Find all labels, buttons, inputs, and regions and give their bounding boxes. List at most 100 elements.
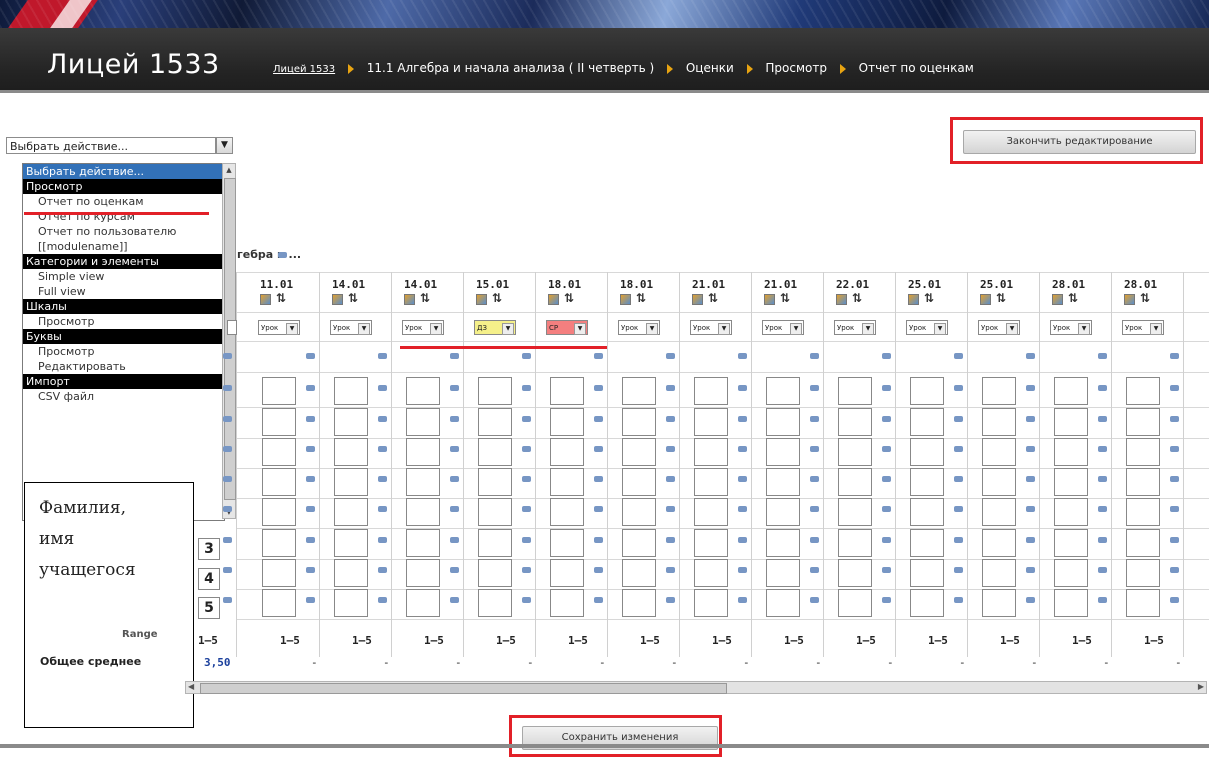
sort-arrows-icon[interactable]: ⇅ [852, 291, 862, 305]
grade-item-icon[interactable] [620, 294, 631, 305]
edit-grade-icon[interactable] [306, 506, 315, 512]
edit-grade-icon[interactable] [1098, 476, 1107, 482]
grade-input[interactable] [694, 559, 728, 587]
edit-grade-icon[interactable] [450, 537, 459, 543]
grade-input[interactable] [982, 529, 1016, 557]
edit-grade-icon[interactable] [1170, 506, 1179, 512]
grade-input[interactable] [910, 529, 944, 557]
grade-input[interactable] [838, 438, 872, 466]
dropdown-option[interactable]: Выбрать действие... [23, 164, 224, 179]
grade-input[interactable] [766, 559, 800, 587]
edit-grade-icon[interactable] [522, 567, 531, 573]
edit-grade-icon[interactable] [1026, 476, 1035, 482]
edit-grade-icon[interactable] [1098, 385, 1107, 391]
grade-input[interactable] [982, 438, 1016, 466]
select-arrow-icon[interactable]: ▼ [718, 323, 730, 335]
edit-grade-icon[interactable] [223, 353, 232, 359]
edit-grade-icon[interactable] [223, 416, 232, 422]
grade-input[interactable] [1054, 559, 1088, 587]
edit-grade-icon[interactable] [522, 506, 531, 512]
edit-grade-icon[interactable] [378, 416, 387, 422]
edit-grade-icon[interactable] [810, 476, 819, 482]
column-date[interactable]: 18.01 [548, 278, 581, 291]
edit-grade-icon[interactable] [450, 476, 459, 482]
grade-input[interactable] [550, 589, 584, 617]
edit-grade-icon[interactable] [378, 385, 387, 391]
sort-arrows-icon[interactable]: ⇅ [492, 291, 502, 305]
grade-input[interactable] [478, 377, 512, 405]
edit-grade-icon[interactable] [882, 597, 891, 603]
edit-grade-icon[interactable] [882, 476, 891, 482]
grade-input[interactable] [766, 408, 800, 436]
grade-input[interactable] [406, 589, 440, 617]
dropdown-option[interactable]: Отчет по оценкам [23, 194, 224, 209]
grade-input[interactable] [766, 438, 800, 466]
horizontal-scrollbar[interactable]: ◀ ▶ [185, 681, 1207, 694]
grade-input[interactable] [1126, 589, 1160, 617]
grade-input[interactable] [1054, 377, 1088, 405]
grade-item-icon[interactable] [836, 294, 847, 305]
lesson-type-select[interactable]: Урок ▼ [330, 320, 372, 335]
edit-grade-icon[interactable] [810, 416, 819, 422]
edit-grade-icon[interactable] [1026, 446, 1035, 452]
column-date[interactable]: 18.01 [620, 278, 653, 291]
edit-grade-icon[interactable] [594, 353, 603, 359]
edit-grade-icon[interactable] [223, 476, 232, 482]
edit-grade-icon[interactable] [223, 537, 232, 543]
edit-grade-icon[interactable] [522, 597, 531, 603]
grade-input[interactable] [622, 468, 656, 496]
edit-grade-icon[interactable] [306, 416, 315, 422]
grade-input[interactable] [766, 498, 800, 526]
edit-grade-icon[interactable] [882, 353, 891, 359]
breadcrumb-grades[interactable]: Оценки [686, 61, 734, 75]
scroll-up-icon[interactable]: ▲ [223, 164, 235, 176]
breadcrumb-home[interactable]: Лицей 1533 [273, 64, 335, 75]
edit-grade-icon[interactable] [666, 537, 675, 543]
grade-input[interactable] [478, 559, 512, 587]
grade-input[interactable] [622, 438, 656, 466]
dropdown-option[interactable]: CSV файл [23, 389, 224, 404]
scroll-left-icon[interactable]: ◀ [188, 682, 194, 691]
grade-input[interactable] [910, 438, 944, 466]
lesson-type-select[interactable]: Урок ▼ [1122, 320, 1164, 335]
edit-grade-icon[interactable] [450, 597, 459, 603]
sort-arrows-icon[interactable]: ⇅ [1068, 291, 1078, 305]
edit-grade-icon[interactable] [450, 506, 459, 512]
select-arrow-icon[interactable]: ▼ [862, 323, 874, 335]
grade-input[interactable] [262, 559, 296, 587]
edit-grade-icon[interactable] [954, 416, 963, 422]
edit-grade-icon[interactable] [1026, 353, 1035, 359]
edit-grade-icon[interactable] [738, 353, 747, 359]
edit-grade-icon[interactable] [1026, 537, 1035, 543]
edit-grade-icon[interactable] [882, 416, 891, 422]
edit-grade-icon[interactable] [450, 416, 459, 422]
edit-grade-icon[interactable] [954, 597, 963, 603]
grade-item-icon[interactable] [692, 294, 703, 305]
select-arrow-icon[interactable]: ▼ [1078, 323, 1090, 335]
grade-input[interactable] [262, 529, 296, 557]
lesson-type-select[interactable]: Урок ▼ [762, 320, 804, 335]
grade-input[interactable] [406, 438, 440, 466]
lesson-type-select[interactable]: Урок ▼ [402, 320, 444, 335]
grade-item-icon[interactable] [764, 294, 775, 305]
grade-input[interactable] [910, 408, 944, 436]
select-arrow-icon[interactable]: ▼ [1006, 323, 1018, 335]
grade-input[interactable] [334, 589, 368, 617]
edit-grade-icon[interactable] [810, 446, 819, 452]
edit-grade-icon[interactable] [1170, 567, 1179, 573]
edit-grade-icon[interactable] [378, 597, 387, 603]
edit-grade-icon[interactable] [738, 567, 747, 573]
edit-grade-icon[interactable] [738, 416, 747, 422]
edit-grade-icon[interactable] [1170, 385, 1179, 391]
grade-input[interactable] [334, 377, 368, 405]
dropdown-option[interactable]: Редактировать [23, 359, 224, 374]
grade-input[interactable] [550, 468, 584, 496]
grade-item-icon[interactable] [908, 294, 919, 305]
grade-input[interactable] [1126, 498, 1160, 526]
lesson-type-select[interactable]: СР ▼ [546, 320, 588, 335]
edit-grade-icon[interactable] [522, 385, 531, 391]
column-date[interactable]: 21.01 [692, 278, 725, 291]
edit-grade-icon[interactable] [522, 476, 531, 482]
sort-arrows-icon[interactable]: ⇅ [636, 291, 646, 305]
grade-input[interactable] [1054, 438, 1088, 466]
